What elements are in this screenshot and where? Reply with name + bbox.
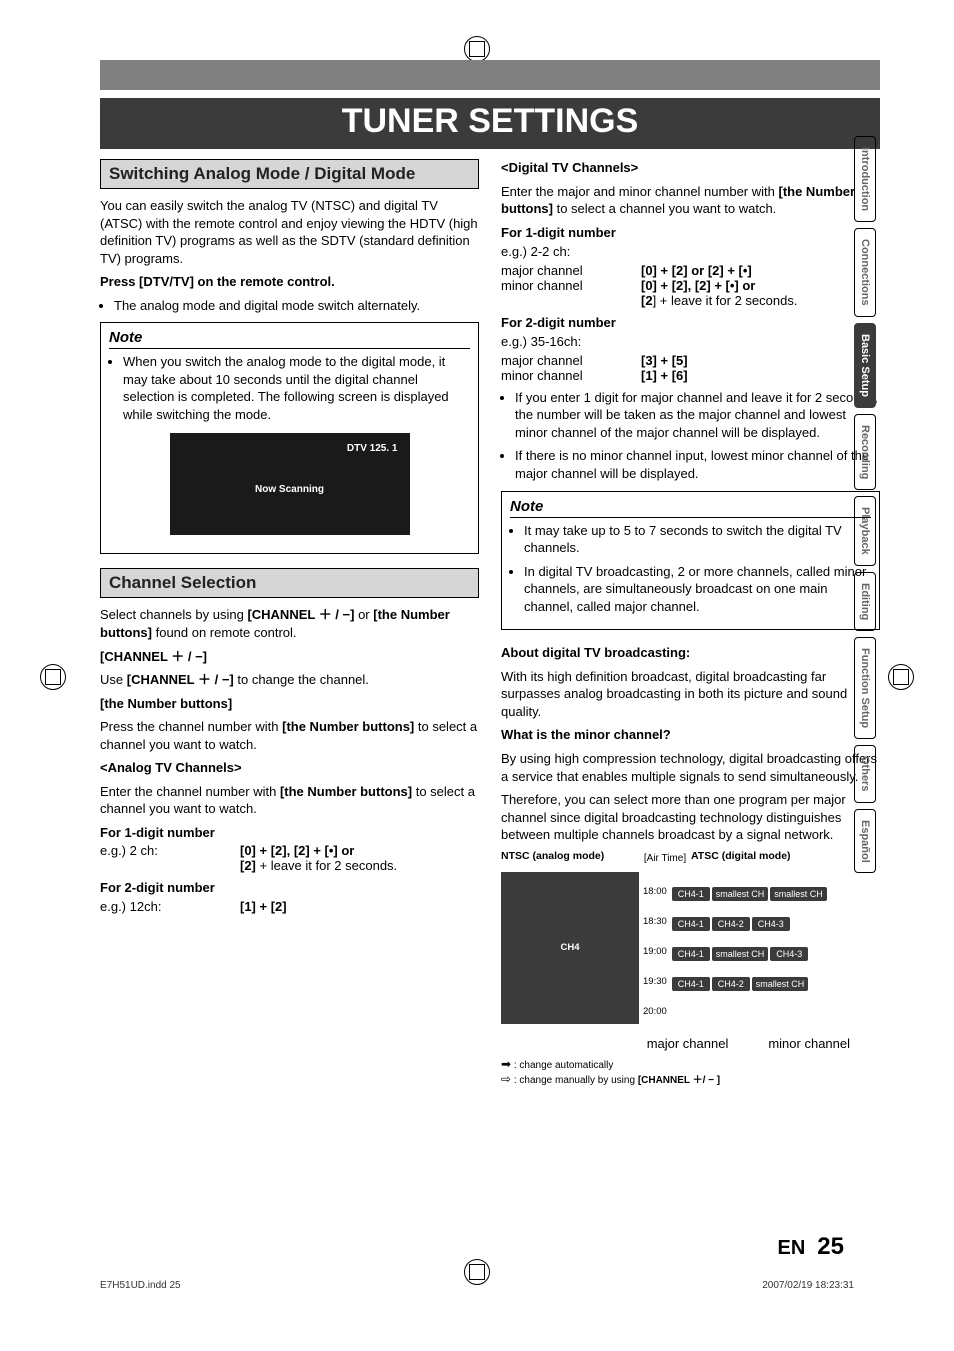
subhead: About digital TV broadcasting: — [501, 644, 880, 662]
note-title: Note — [109, 329, 470, 349]
body-text: With its high definition broadcast, digi… — [501, 668, 880, 721]
footer: E7H51UD.indd 25 2007/02/19 18:23:31 — [100, 1280, 854, 1291]
note-box: Note It may take up to 5 to 7 seconds to… — [501, 491, 880, 631]
example-row: e.g.) 2 ch: [0] + [2], [2] + [•] or — [100, 843, 479, 858]
subhead: For 2-digit number — [100, 879, 479, 897]
body-text: By using high compression technology, di… — [501, 750, 880, 785]
tab-editing[interactable]: Editing — [854, 572, 876, 631]
diagram-atsc-grid: CH4-1smallest CHsmallest CH CH4-1CH4-2CH… — [671, 872, 828, 1006]
diagram-ntsc-head: NTSC (analog mode) — [501, 850, 639, 862]
arrow-solid-icon: ➡ — [501, 1057, 511, 1071]
note-bullet: It may take up to 5 to 7 seconds to swit… — [524, 522, 871, 557]
registration-mark — [888, 664, 914, 690]
instruction-bold: Press [DTV/TV] on the remote control. — [100, 273, 479, 291]
diagram-ntsc-block: CH4 — [501, 872, 639, 1024]
diagram-axis-labels: major channel minor channel — [501, 1036, 850, 1051]
subhead: For 2-digit number — [501, 314, 880, 332]
subhead: [CHANNEL ＋ / −] — [100, 648, 479, 666]
side-tabs: Introduction Connections Basic Setup Rec… — [854, 136, 884, 879]
page-number: EN 25 — [778, 1233, 845, 1261]
section-heading: Channel Selection — [100, 568, 479, 598]
registration-mark — [40, 664, 66, 690]
note-box: Note When you switch the analog mode to … — [100, 322, 479, 554]
diagram-airtime-head: [Air Time] — [643, 853, 687, 864]
section-heading: Switching Analog Mode / Digital Mode — [100, 159, 479, 189]
tv-screen-mock: DTV 125. 1 Now Scanning — [170, 433, 410, 535]
body-text: Press the channel number with [the Numbe… — [100, 718, 479, 753]
screen-channel-label: DTV 125. 1 — [182, 443, 398, 454]
subhead: <Digital TV Channels> — [501, 159, 880, 177]
tab-introduction[interactable]: Introduction — [854, 136, 876, 222]
example-line: e.g.) 2-2 ch: — [501, 243, 880, 261]
tab-playback[interactable]: Playback — [854, 496, 876, 566]
footer-timestamp: 2007/02/19 18:23:31 — [762, 1280, 854, 1291]
example-row: major channel[3] + [5] — [501, 353, 880, 368]
legend: ➡ : change automatically ⇨ : change manu… — [501, 1057, 880, 1086]
diagram-atsc-head: ATSC (digital mode) — [691, 850, 880, 862]
example-row: minor channel[0] + [2], [2] + [•] or — [501, 278, 880, 293]
tab-espanol[interactable]: Español — [854, 809, 876, 874]
tab-basic-setup[interactable]: Basic Setup — [854, 323, 876, 408]
example-row: [2] + leave it for 2 seconds. — [100, 858, 479, 873]
screen-status: Now Scanning — [182, 484, 398, 495]
channel-diagram: NTSC (analog mode) [Air Time] ATSC (digi… — [501, 850, 880, 1051]
arrow-outline-icon: ⇨ — [501, 1072, 511, 1086]
right-column: <Digital TV Channels> Enter the major an… — [501, 159, 880, 1086]
body-text: Select channels by using [CHANNEL ＋ / −]… — [100, 606, 479, 641]
body-text: Therefore, you can select more than one … — [501, 791, 880, 844]
note-title: Note — [510, 498, 871, 518]
page-content: TUNER SETTINGS Switching Analog Mode / D… — [100, 60, 880, 1086]
tab-recording[interactable]: Recording — [854, 414, 876, 490]
footer-filename: E7H51UD.indd 25 — [100, 1280, 181, 1291]
body-text: Enter the major and minor channel number… — [501, 183, 880, 218]
tab-function-setup[interactable]: Function Setup — [854, 637, 876, 739]
example-line: e.g.) 35-16ch: — [501, 333, 880, 351]
body-text: You can easily switch the analog TV (NTS… — [100, 197, 479, 267]
subhead: For 1-digit number — [501, 224, 880, 242]
note-bullet: In digital TV broadcasting, 2 or more ch… — [524, 563, 871, 616]
subhead: For 1-digit number — [100, 824, 479, 842]
header-bar — [100, 60, 880, 90]
subhead: [the Number buttons] — [100, 695, 479, 713]
body-text: Enter the channel number with [the Numbe… — [100, 783, 479, 818]
bullet-item: If there is no minor channel input, lowe… — [515, 447, 880, 482]
tab-others[interactable]: Others — [854, 745, 876, 802]
example-row: minor channel[1] + [6] — [501, 368, 880, 383]
body-text: Use [CHANNEL ＋ / −] to change the channe… — [100, 671, 479, 689]
subhead: What is the minor channel? — [501, 726, 880, 744]
bullet-item: The analog mode and digital mode switch … — [114, 297, 479, 315]
tab-connections[interactable]: Connections — [854, 228, 876, 317]
subhead: <Analog TV Channels> — [100, 759, 479, 777]
example-row: e.g.) 12ch: [1] + [2] — [100, 899, 479, 914]
example-row: [2] + leave it for 2 seconds. — [501, 293, 880, 308]
registration-mark — [464, 36, 490, 62]
bullet-item: If you enter 1 digit for major channel a… — [515, 389, 880, 442]
diagram-times: 18:00 18:30 19:00 19:30 20:00 — [643, 872, 667, 1036]
page-title: TUNER SETTINGS — [100, 98, 880, 149]
note-bullet: When you switch the analog mode to the d… — [123, 353, 470, 423]
example-row: major channel[0] + [2] or [2] + [•] — [501, 263, 880, 278]
left-column: Switching Analog Mode / Digital Mode You… — [100, 159, 479, 1086]
